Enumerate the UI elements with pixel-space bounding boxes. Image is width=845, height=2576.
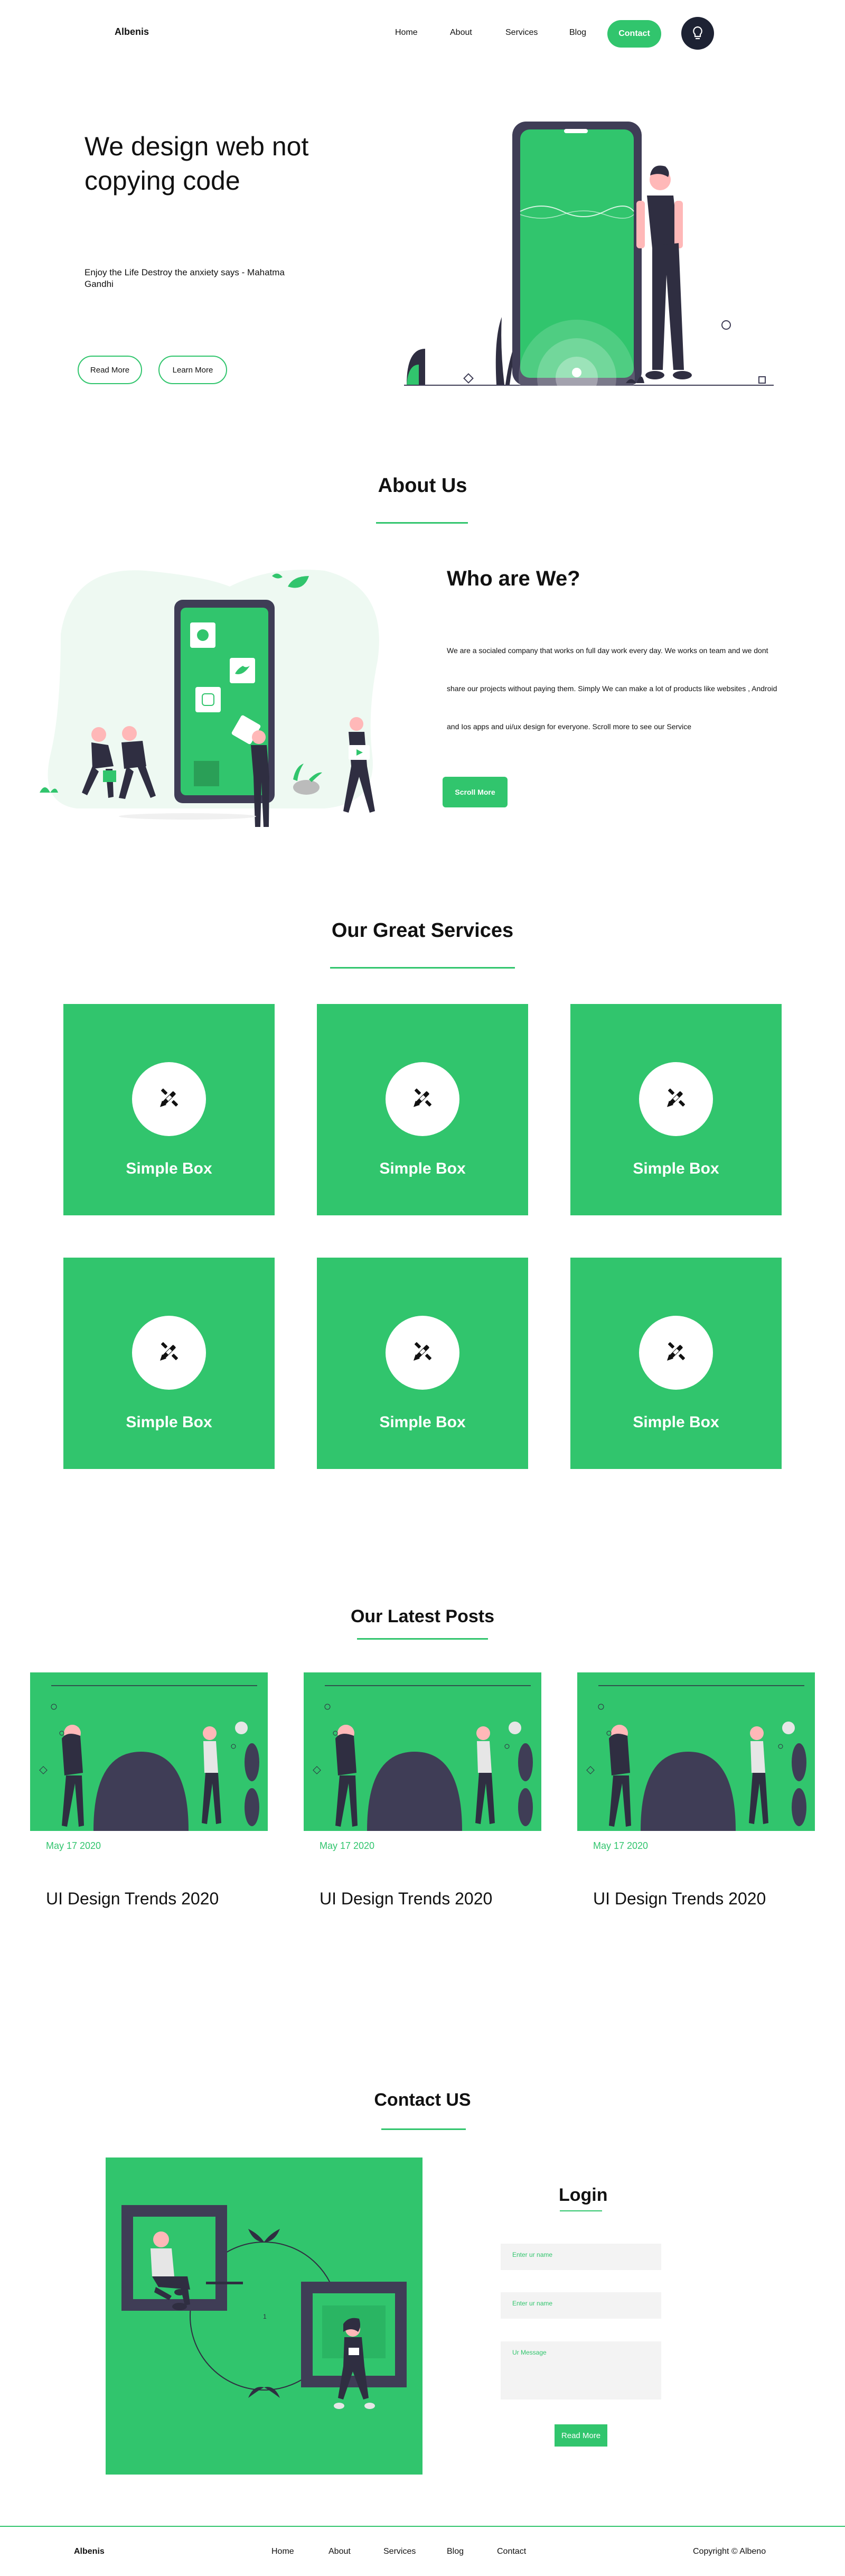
send-button[interactable]: Read More <box>555 2424 607 2447</box>
service-card-label: Simple Box <box>126 1413 212 1431</box>
nav-blog[interactable]: Blog <box>569 28 586 38</box>
post-card[interactable]: May 17 2020 UI Design Trends 2020 <box>30 1672 268 1915</box>
post-date: May 17 2020 <box>593 1840 649 1851</box>
hero-subtitle: Enjoy the Life Destroy the anxiety says … <box>84 267 285 289</box>
login-title: Login <box>559 2185 608 2205</box>
about-text-line: and Ios apps and ui/ux design for everyo… <box>447 722 692 731</box>
service-icon-circle <box>132 1316 206 1390</box>
service-icon-circle <box>132 1062 206 1136</box>
svg-text:1: 1 <box>263 2313 267 2320</box>
nav-about[interactable]: About <box>450 28 472 38</box>
post-title[interactable]: UI Design Trends 2020 <box>46 1889 219 1909</box>
design-tools-icon <box>157 1340 181 1366</box>
contact-heading: Contact US <box>374 2090 471 2110</box>
about-text-line: We are a socialed company that works on … <box>447 646 768 655</box>
post-card[interactable]: May 17 2020 UI Design Trends 2020 <box>577 1672 815 1915</box>
services-underline <box>330 967 515 969</box>
login-underline <box>560 2210 602 2211</box>
footer-copyright: Copyright © Albeno <box>693 2547 766 2556</box>
scroll-more-button[interactable]: Scroll More <box>443 777 508 807</box>
about-underline <box>376 522 468 524</box>
service-icon-circle <box>386 1316 459 1390</box>
post-image[interactable] <box>577 1672 815 1831</box>
service-card-label: Simple Box <box>633 1413 719 1431</box>
contact-button[interactable]: Contact <box>607 20 661 48</box>
footer-divider <box>0 2526 845 2527</box>
service-card[interactable]: Simple Box <box>317 1258 528 1469</box>
post-image[interactable] <box>30 1672 268 1831</box>
footer-nav-home[interactable]: Home <box>271 2547 294 2556</box>
design-tools-icon <box>157 1086 181 1113</box>
lightbulb-icon <box>693 26 702 40</box>
name-field[interactable]: Enter ur name <box>501 2244 661 2270</box>
service-card-label: Simple Box <box>633 1160 719 1177</box>
service-card[interactable]: Simple Box <box>570 1258 782 1469</box>
service-card-label: Simple Box <box>379 1160 466 1177</box>
about-description: We are a socialed company that works on … <box>447 631 811 746</box>
theme-toggle-button[interactable] <box>681 17 714 50</box>
footer-nav-blog[interactable]: Blog <box>447 2547 464 2556</box>
footer-nav-about[interactable]: About <box>328 2547 351 2556</box>
post-card[interactable]: May 17 2020 UI Design Trends 2020 <box>304 1672 541 1915</box>
message-field[interactable]: Ur Message <box>501 2341 661 2400</box>
service-icon-circle <box>639 1062 713 1136</box>
service-icon-circle <box>386 1062 459 1136</box>
about-illustration <box>40 570 379 827</box>
service-icon-circle <box>639 1316 713 1390</box>
site-logo[interactable]: Albenis <box>115 26 149 38</box>
service-card[interactable]: Simple Box <box>317 1004 528 1215</box>
post-date: May 17 2020 <box>46 1840 101 1851</box>
about-text-line: share our projects without paying them. … <box>447 684 777 693</box>
nav-home[interactable]: Home <box>395 28 418 38</box>
post-date: May 17 2020 <box>320 1840 375 1851</box>
hero-title: We design web not copying code <box>84 132 309 196</box>
design-tools-icon <box>664 1086 688 1113</box>
posts-underline <box>357 1638 488 1640</box>
posts-heading: Our Latest Posts <box>350 1606 495 1626</box>
service-card-label: Simple Box <box>126 1160 212 1177</box>
footer-nav-services[interactable]: Services <box>383 2547 416 2556</box>
service-card[interactable]: Simple Box <box>63 1004 275 1215</box>
email-field[interactable]: Enter ur name <box>501 2292 661 2319</box>
design-tools-icon <box>410 1340 435 1366</box>
service-card[interactable]: Simple Box <box>63 1258 275 1469</box>
hero-illustration <box>404 122 774 391</box>
post-title[interactable]: UI Design Trends 2020 <box>320 1889 492 1909</box>
footer-nav-contact[interactable]: Contact <box>497 2547 526 2556</box>
contact-underline <box>381 2128 466 2130</box>
about-heading: About Us <box>378 475 467 497</box>
nav-services[interactable]: Services <box>505 28 538 38</box>
service-card[interactable]: Simple Box <box>570 1004 782 1215</box>
footer-logo[interactable]: Albenis <box>74 2547 105 2556</box>
services-heading: Our Great Services <box>331 919 514 942</box>
design-tools-icon <box>664 1340 688 1366</box>
who-are-we-title: Who are We? <box>447 567 580 590</box>
learn-more-button[interactable]: Learn More <box>158 356 227 384</box>
read-more-button[interactable]: Read More <box>78 356 142 384</box>
design-tools-icon <box>410 1086 435 1113</box>
service-card-label: Simple Box <box>379 1413 466 1431</box>
post-title[interactable]: UI Design Trends 2020 <box>593 1889 766 1909</box>
post-image[interactable] <box>304 1672 541 1831</box>
contact-illustration: 1 <box>106 2157 422 2475</box>
